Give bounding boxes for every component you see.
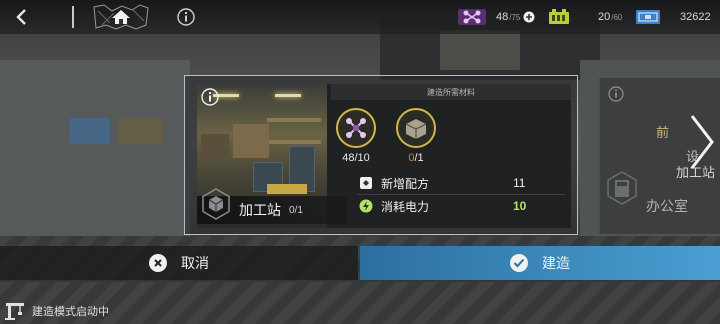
check-icon (510, 254, 528, 272)
stat-row-recipe: 新增配方 11 (353, 172, 565, 194)
build-label: 建造 (542, 255, 570, 271)
add-drone-button[interactable] (523, 11, 535, 23)
status-text: 建造模式启动中 (32, 306, 109, 318)
power-icon (359, 199, 373, 213)
close-icon (149, 254, 167, 272)
info-button[interactable] (177, 8, 195, 26)
stat-value: 10 (513, 199, 527, 213)
recipe-icon (360, 177, 372, 189)
top-bar: 48 /75 20 /60 32622 (0, 0, 720, 34)
plus-icon (523, 11, 535, 23)
facility-level: 0/1 (289, 204, 303, 216)
info-icon[interactable] (201, 88, 219, 106)
home-button[interactable] (92, 3, 150, 31)
drone-material-icon (336, 108, 376, 148)
chevron-left-icon (16, 9, 26, 25)
currency-count: 32622 (680, 11, 711, 23)
drone-max: /75 (509, 12, 521, 22)
material-count: 48/10 (342, 152, 370, 164)
calculator-icon (607, 171, 637, 205)
build-dialog: 建造所需材料 48/10 0/1 加工站 0/1 新增配方 11 消耗电力 10 (184, 75, 578, 235)
build-mode-status: 建造模式启动中 (4, 300, 109, 322)
crane-icon (5, 303, 24, 320)
stat-label: 消耗电力 (381, 199, 430, 214)
home-icon (93, 4, 149, 30)
drone-icon (458, 9, 486, 25)
crate-material-icon (396, 108, 436, 148)
battery-icon (549, 9, 569, 24)
facility-name-row: 加工站 0/1 (197, 188, 347, 224)
action-bar: 取消 建造 (0, 246, 720, 280)
build-button[interactable]: 建造 (360, 246, 720, 280)
stat-row-power: 消耗电力 10 (353, 195, 565, 217)
battery-count: 20 (598, 11, 611, 23)
material-crate[interactable]: 0/1 (391, 108, 441, 164)
next-card-text-1: 前 (656, 125, 670, 140)
chevron-right-icon (690, 115, 714, 169)
facility-stats: 新增配方 11 消耗电力 10 (353, 172, 565, 226)
facility-card: 建造所需材料 48/10 0/1 加工站 0/1 新增配方 11 消耗电力 10 (197, 84, 571, 228)
material-drone[interactable]: 48/10 (331, 108, 381, 164)
drone-count: 48 (496, 11, 509, 23)
info-icon (608, 86, 624, 102)
currency-icon (636, 10, 660, 24)
next-card-name: 办公室 (646, 198, 688, 214)
cube-icon (202, 188, 230, 220)
stat-value: 11 (513, 176, 526, 190)
back-button[interactable] (8, 4, 34, 30)
battery-resource: 20 /60 (548, 8, 622, 26)
stat-label: 新增配方 (381, 176, 430, 191)
battery-max: /60 (611, 12, 623, 22)
material-count: 0/1 (408, 152, 424, 164)
divider (72, 6, 74, 28)
facility-name: 加工站 (239, 202, 281, 218)
currency-resource: 32622 (636, 8, 711, 26)
materials-header: 建造所需材料 (331, 84, 571, 100)
drone-resource: 48 /75 (458, 8, 535, 26)
info-icon (177, 8, 195, 26)
next-arrow-button[interactable] (684, 110, 718, 174)
cancel-button[interactable]: 取消 (0, 246, 358, 280)
cancel-label: 取消 (181, 255, 209, 271)
